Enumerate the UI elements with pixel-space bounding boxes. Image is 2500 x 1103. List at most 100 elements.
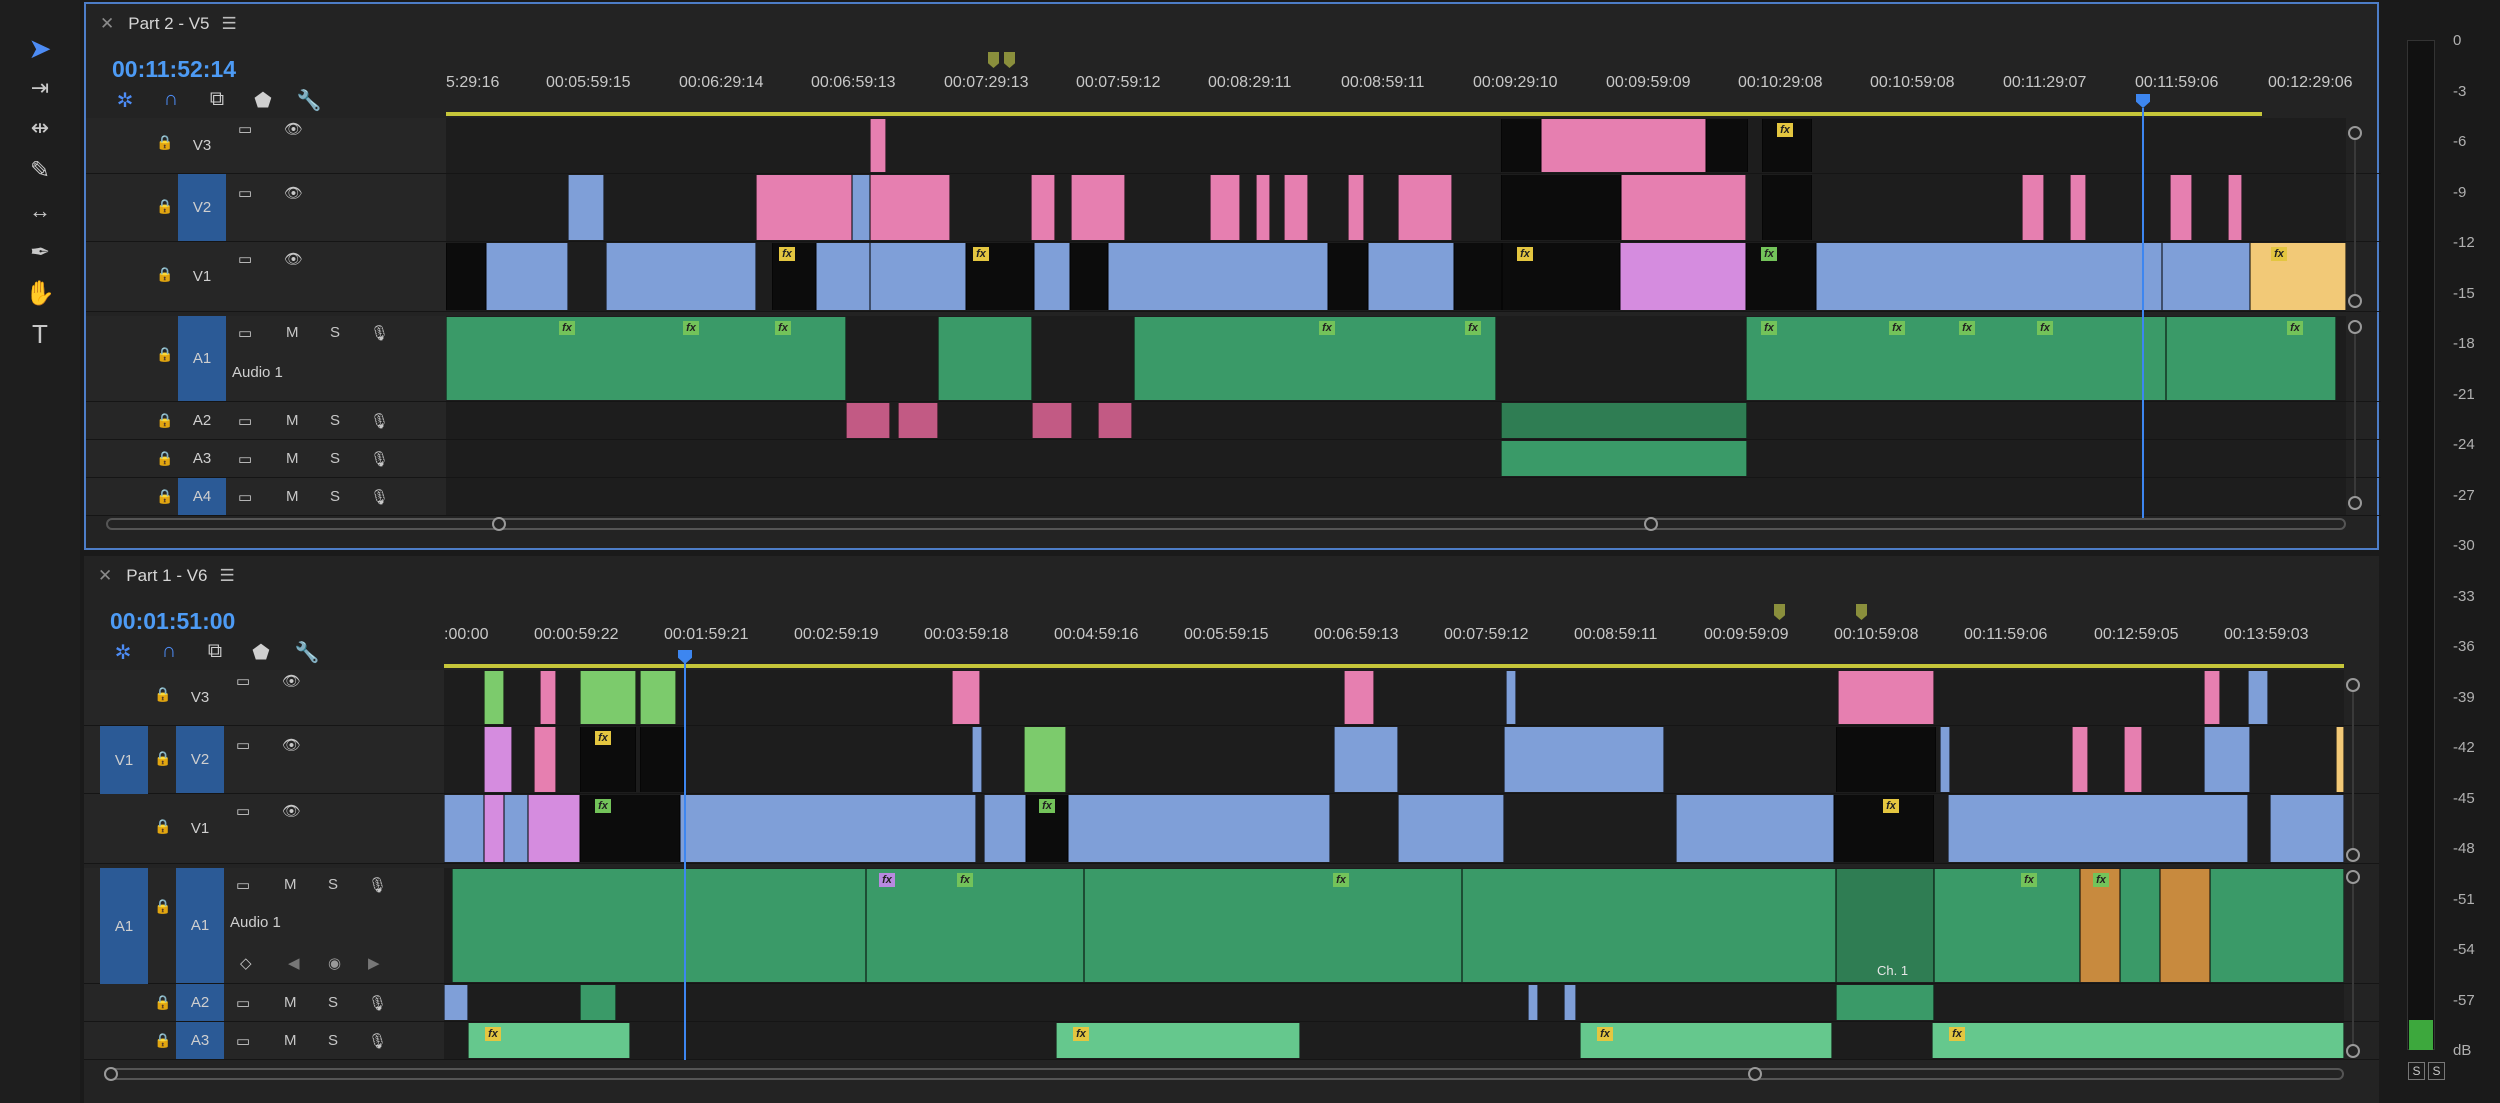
video-clip[interactable]: fx — [2250, 243, 2346, 310]
audio-vertical-scrollbar[interactable] — [2354, 324, 2356, 504]
video-clip[interactable] — [1620, 243, 1746, 310]
video-clip[interactable] — [486, 243, 568, 310]
linked-selection-icon[interactable]: ⧉ — [202, 88, 232, 113]
panel-menu-icon[interactable]: ☰ — [220, 566, 235, 585]
video-clip[interactable]: fx — [580, 795, 680, 862]
video-clip[interactable] — [1816, 243, 2162, 310]
video-clip[interactable] — [1621, 175, 1746, 240]
source-patch-v1[interactable]: V1 — [100, 726, 148, 794]
wrench-icon[interactable]: 🔧 — [294, 88, 324, 113]
track-label[interactable]: V3 — [178, 118, 226, 173]
sync-lock-icon[interactable]: ▭ — [238, 412, 252, 430]
lock-icon[interactable]: 🔒 — [156, 488, 173, 505]
audio-scroll-bottom[interactable] — [2348, 496, 2362, 510]
solo-button[interactable]: S — [330, 412, 340, 429]
audio-clip[interactable] — [580, 985, 616, 1020]
audio-clip[interactable]: fx — [1084, 869, 1462, 982]
audio-clip[interactable] — [2210, 869, 2344, 982]
microphone-icon[interactable]: 🎙 — [370, 450, 389, 468]
video-clip[interactable] — [870, 243, 966, 310]
lock-icon[interactable]: 🔒 — [156, 412, 173, 429]
sequence-marker[interactable] — [1004, 52, 1015, 68]
audio-clip[interactable] — [1528, 985, 1538, 1020]
audio-clip[interactable]: fx — [468, 1023, 630, 1058]
audio-clip[interactable]: fx — [1934, 869, 2080, 982]
audio-clip[interactable] — [2160, 869, 2210, 982]
track-label[interactable]: A2 — [178, 402, 226, 439]
video-clip[interactable] — [1256, 175, 1270, 240]
video-clip[interactable] — [1031, 175, 1055, 240]
video-clip[interactable] — [1676, 795, 1834, 862]
sync-lock-icon[interactable]: ▭ — [238, 120, 252, 138]
previous-keyframe-icon[interactable]: ◀ — [288, 954, 300, 972]
video-clip[interactable] — [1284, 175, 1308, 240]
solo-right-button[interactable]: S — [2428, 1062, 2445, 1080]
video-clip[interactable] — [640, 727, 684, 792]
sequence-marker[interactable] — [1774, 604, 1785, 620]
video-clip[interactable]: fx — [772, 243, 816, 310]
wrench-icon[interactable]: 🔧 — [292, 640, 322, 665]
video-clip[interactable] — [640, 671, 676, 724]
scroll-handle-left[interactable] — [104, 1067, 118, 1081]
video-clip[interactable] — [1348, 175, 1364, 240]
track-label[interactable]: A1 — [176, 868, 224, 983]
video-vertical-scrollbar[interactable] — [2354, 132, 2356, 302]
sync-lock-icon[interactable]: ▭ — [238, 250, 252, 268]
video-clip[interactable] — [2070, 175, 2086, 240]
video-scroll-bottom[interactable] — [2346, 848, 2360, 862]
video-clip[interactable] — [1034, 243, 1070, 310]
sync-lock-icon[interactable]: ▭ — [238, 184, 252, 202]
mute-button[interactable]: M — [286, 324, 299, 341]
video-clip[interactable] — [444, 795, 484, 862]
video-clip[interactable] — [870, 175, 950, 240]
audio-scroll-top[interactable] — [2348, 320, 2362, 334]
add-marker-icon[interactable]: ⬟ — [246, 640, 276, 665]
video-clip[interactable] — [484, 795, 504, 862]
track-label[interactable]: V2 — [178, 174, 226, 241]
video-clip[interactable] — [606, 243, 756, 310]
video-clip[interactable] — [756, 175, 852, 240]
video-clip[interactable] — [484, 671, 504, 724]
sync-lock-icon[interactable]: ▭ — [236, 1032, 250, 1050]
video-clip[interactable] — [568, 175, 604, 240]
audio-clip[interactable] — [1501, 441, 1747, 476]
video-clip[interactable] — [534, 727, 556, 792]
video-clip[interactable] — [1940, 727, 1950, 792]
audio-clip[interactable] — [1836, 985, 1934, 1020]
audio-clip[interactable]: fx fx fx — [446, 317, 846, 400]
video-clip[interactable] — [984, 795, 1026, 862]
video-clip[interactable] — [2228, 175, 2242, 240]
nest-icon[interactable]: ✲ — [110, 88, 140, 113]
hand-tool-icon[interactable]: ✋ — [18, 275, 62, 311]
video-clip[interactable] — [1454, 243, 1502, 310]
audio-clip[interactable] — [1032, 403, 1072, 438]
video-scroll-top[interactable] — [2348, 126, 2362, 140]
video-clip[interactable] — [1024, 727, 1066, 792]
audio-clip[interactable] — [846, 403, 890, 438]
video-clip[interactable]: fx — [580, 727, 636, 792]
track-label[interactable]: V1 — [176, 794, 224, 863]
microphone-icon[interactable]: 🎙 — [368, 994, 387, 1012]
video-clip[interactable] — [852, 175, 870, 240]
lock-icon[interactable]: 🔒 — [156, 198, 173, 215]
time-ruler[interactable]: :00:00 00:00:59:22 00:01:59:21 00:02:59:… — [444, 626, 2344, 656]
solo-button[interactable]: S — [330, 324, 340, 341]
audio-clip[interactable]: fx fx fx fx — [1746, 317, 2166, 400]
video-clip[interactable] — [870, 119, 886, 172]
audio-vertical-scrollbar[interactable] — [2352, 876, 2354, 1056]
audio-clip[interactable]: fx — [1056, 1023, 1300, 1058]
eye-icon[interactable]: 👁 — [282, 736, 301, 754]
video-clip[interactable] — [540, 671, 556, 724]
audio-clip[interactable] — [2120, 869, 2160, 982]
microphone-icon[interactable]: 🎙 — [368, 1032, 387, 1050]
video-clip[interactable] — [2270, 795, 2344, 862]
sync-lock-icon[interactable]: ▭ — [236, 876, 250, 894]
video-clip[interactable] — [1398, 795, 1504, 862]
mute-button[interactable]: M — [284, 876, 297, 893]
solo-left-button[interactable]: S — [2408, 1062, 2425, 1080]
audio-clip[interactable]: fx — [2166, 317, 2336, 400]
track-label[interactable]: A1 — [178, 316, 226, 401]
audio-clip[interactable] — [898, 403, 938, 438]
video-clip[interactable] — [1541, 119, 1706, 172]
video-clip[interactable]: fx — [1762, 119, 1812, 172]
